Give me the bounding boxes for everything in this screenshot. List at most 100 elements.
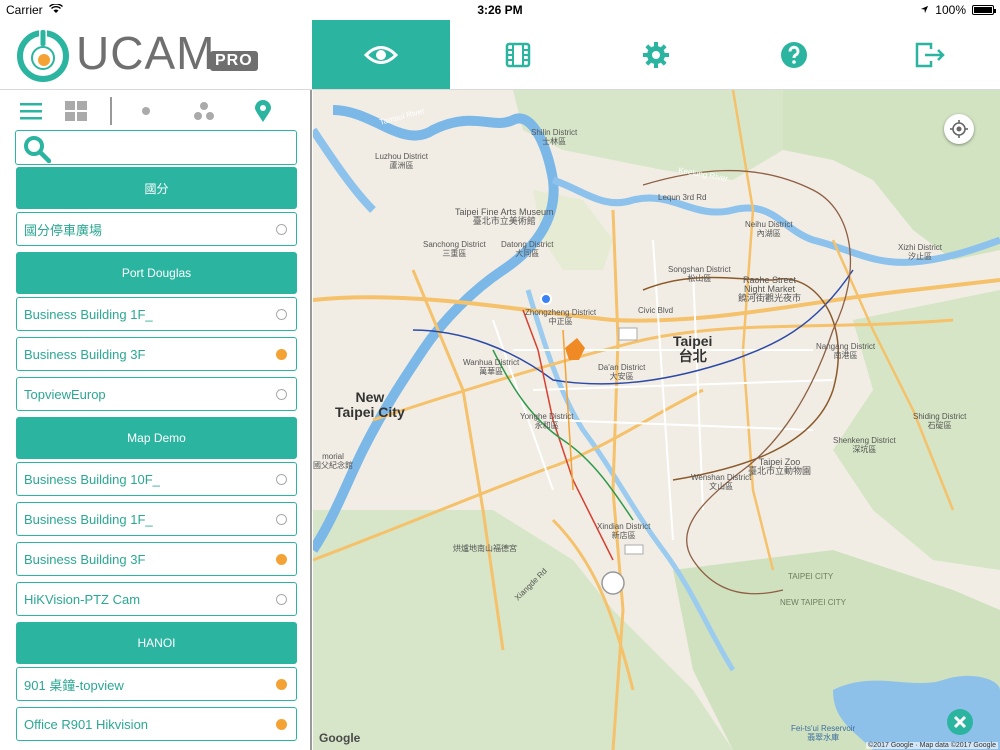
- group-header[interactable]: HANOI: [16, 622, 297, 664]
- grid-view-button[interactable]: [63, 98, 89, 124]
- map-label-xizhi: Xizhi District 汐止區: [898, 243, 943, 261]
- map-label-shenkeng: Shenkeng District 深坑區: [833, 436, 896, 454]
- film-icon: [506, 42, 531, 67]
- eye-icon: [363, 45, 398, 64]
- camera-status-dot: [276, 594, 287, 605]
- camera-name: Business Building 3F: [24, 551, 146, 567]
- map-label-lequn-rd: Lequn 3rd Rd: [658, 193, 707, 202]
- map-label-yonghe: Yonghe District 永和區: [520, 412, 574, 430]
- camera-status-dot: [276, 554, 287, 565]
- camera-list-item[interactable]: TopviewEurop: [16, 377, 297, 411]
- single-view-button[interactable]: [133, 98, 159, 124]
- list-view-button[interactable]: [18, 98, 44, 124]
- map-label-datong: Datong District 大同區: [501, 240, 554, 258]
- search-input[interactable]: [56, 135, 292, 161]
- camera-sidebar: 國分國分停車廣場 Port Douglas Business Building 1F…: [0, 90, 312, 750]
- camera-name: Office R901 Hikvision: [24, 716, 149, 732]
- camera-name: Business Building 3F: [24, 346, 146, 362]
- group-header[interactable]: 國分: [16, 167, 297, 209]
- triple-view-button[interactable]: [191, 98, 217, 124]
- help-icon: [780, 41, 807, 68]
- camera-name: Business Building 10F_: [24, 471, 160, 487]
- ucam-logo-icon: [17, 28, 69, 82]
- close-icon: [953, 715, 967, 729]
- camera-list-item[interactable]: Office R901 Hikvision: [16, 707, 297, 741]
- map-label-nangang: Nangang District 南港區: [816, 342, 876, 360]
- map-label-taipei-city-boundary: TAIPEI CITY: [788, 572, 834, 581]
- map-label-zoo: Taipei Zoo 臺北市立動物園: [748, 457, 812, 476]
- map-label-fine-arts: Taipei Fine Arts Museum 臺北市立美術館: [455, 207, 554, 226]
- map-label-shilin: Shilin District 士林區: [531, 128, 578, 146]
- close-map-button[interactable]: [947, 709, 973, 735]
- triple-view-icon: [194, 102, 214, 120]
- app-window: Carrier 3:26 PM 100% UCAM PRO 國分 國分停車廣場 …: [0, 0, 1000, 750]
- search-icon: [24, 136, 51, 163]
- tab-playback[interactable]: [450, 20, 588, 89]
- camera-list-item[interactable]: Business Building 10F_: [16, 462, 297, 496]
- map-label-neihu: Neihu District 內湖區: [745, 220, 793, 238]
- map-view-button[interactable]: [250, 98, 276, 124]
- map-label-songshan: Songshan District 松山區: [668, 265, 731, 283]
- camera-name: Business Building 1F_: [24, 306, 153, 322]
- google-logo: Google: [319, 731, 361, 745]
- camera-status-dot: [276, 719, 287, 730]
- logo-pro-badge: PRO: [210, 51, 258, 71]
- group-header[interactable]: Port Douglas: [16, 252, 297, 294]
- crosshair-icon: [950, 120, 968, 138]
- grid-view-icon: [65, 101, 87, 121]
- map-label-feitsui: Fei-ts'ui Reservoir 翡翠水庫: [791, 724, 856, 742]
- camera-name: Business Building 1F_: [24, 511, 153, 527]
- camera-search: [15, 130, 297, 165]
- map-label-new-taipei-boundary: NEW TAIPEI CITY: [780, 598, 846, 607]
- camera-status-dot: [276, 224, 287, 235]
- camera-status-dot: [276, 514, 287, 525]
- tab-help[interactable]: [725, 20, 863, 89]
- map-label-raohe: Raohe Street Night Market 饒河街觀光夜市: [738, 275, 802, 303]
- camera-status-dot: [276, 389, 287, 400]
- map-label-memorial: morial 國父紀念館: [313, 452, 353, 470]
- camera-list-item[interactable]: Business Building 3F: [16, 542, 297, 576]
- map-label-sanchong: Sanchong District 三重區: [423, 240, 486, 258]
- battery-percent: 100%: [935, 3, 966, 17]
- location-arrow-icon: [920, 3, 929, 17]
- tab-logout[interactable]: [862, 20, 1000, 89]
- status-bar: Carrier 3:26 PM 100%: [0, 0, 1000, 20]
- camera-list-item[interactable]: 國分停車廣場: [16, 212, 297, 246]
- camera-status-dot: [276, 474, 287, 485]
- camera-name: 901 桌鐘-topview: [24, 677, 124, 693]
- map-canvas: [313, 90, 1000, 750]
- map-label-new-taipei: New Taipei City: [335, 389, 405, 420]
- map-view[interactable]: Shilin District 士林區 Luzhou District 蘆洲區 Ta…: [313, 90, 1000, 750]
- map-label-xindian: Xindian District 新店區: [597, 522, 651, 540]
- map-label-hongwu: 烘爐地南山福德宮: [453, 544, 517, 553]
- map-pin-icon: [255, 100, 271, 122]
- camera-list-item[interactable]: Business Building 1F_: [16, 297, 297, 331]
- camera-list-item[interactable]: Business Building 1F_: [16, 502, 297, 536]
- map-label-wenshan: Wenshan District 文山區: [691, 473, 752, 491]
- top-navigation: [312, 20, 1000, 90]
- tab-settings[interactable]: [587, 20, 725, 89]
- map-label-civic-blvd: Civic Blvd: [638, 306, 674, 315]
- camera-list-item[interactable]: Business Building 3F: [16, 337, 297, 371]
- camera-list-item[interactable]: HiKVision-PTZ Cam: [16, 582, 297, 616]
- camera-name: 國分停車廣場: [24, 222, 103, 238]
- map-attribution: ©2017 Google · Map data ©2017 Google: [866, 742, 998, 749]
- camera-status-dot: [276, 309, 287, 320]
- map-label-taipei: Taipei 台北: [673, 333, 713, 364]
- gear-icon: [642, 41, 669, 68]
- camera-name: TopviewEurop: [24, 386, 106, 402]
- app-logo: UCAM PRO: [0, 20, 312, 90]
- camera-name: HiKVision-PTZ Cam: [24, 591, 141, 607]
- locate-me-button[interactable]: [944, 114, 974, 144]
- view-mode-bar: [0, 90, 310, 130]
- camera-status-dot: [276, 679, 287, 690]
- camera-status-dot: [276, 349, 287, 360]
- tab-live-view[interactable]: [312, 20, 450, 89]
- list-view-icon: [20, 103, 42, 120]
- camera-list-item[interactable]: 901 桌鐘-topview: [16, 667, 297, 701]
- map-label-zhongzheng: Zhongzheng District 中正區: [525, 308, 597, 326]
- logo-wordmark: UCAM: [76, 27, 216, 79]
- group-header[interactable]: Map Demo: [16, 417, 297, 459]
- map-label-wanhua: Wanhua District 萬華區: [463, 358, 520, 376]
- viewbar-divider: [110, 97, 112, 125]
